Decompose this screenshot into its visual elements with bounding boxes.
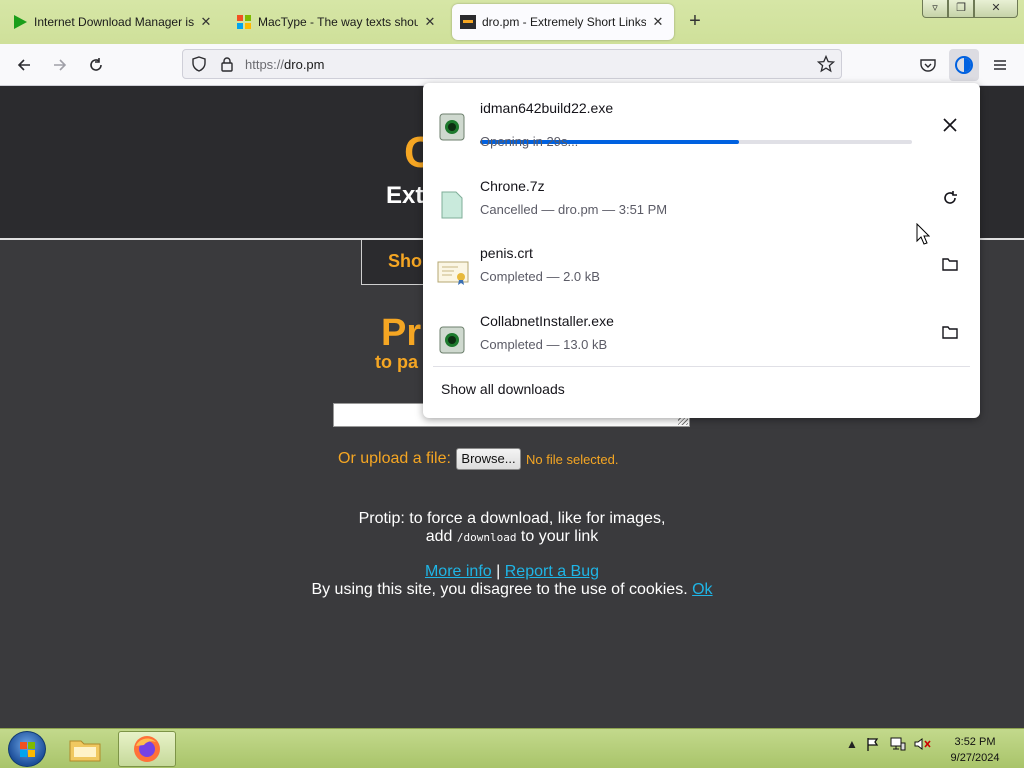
resize-grip-icon[interactable] — [678, 417, 688, 425]
mactype-logo-icon — [236, 14, 252, 30]
network-icon[interactable] — [890, 737, 906, 754]
idm-play-icon — [12, 14, 28, 30]
folder-icon[interactable] — [939, 321, 961, 343]
cancel-icon[interactable] — [939, 114, 961, 136]
close-tab-icon[interactable]: ✕ — [650, 14, 666, 30]
more-info-link[interactable]: More info — [425, 563, 492, 580]
action-center-flag-icon[interactable] — [866, 737, 880, 754]
firefox-icon — [134, 736, 160, 762]
upload-label: Or upload a file: — [338, 450, 451, 467]
browse-button[interactable]: Browse... — [456, 448, 521, 470]
mouse-cursor-icon — [916, 222, 931, 250]
site-tagline: Ext — [386, 182, 424, 209]
tab-dropm[interactable]: dro.pm - Extremely Short Links ✕ — [452, 4, 674, 40]
download-filename: Chrone.7z — [480, 178, 545, 194]
retry-icon[interactable] — [939, 187, 961, 209]
download-item[interactable]: CollabnetInstaller.exe Completed — 13.0 … — [423, 313, 980, 377]
tab-title: Internet Download Manager is a po — [34, 15, 194, 29]
system-clock[interactable]: 3:52 PM 9/27/2024 — [944, 734, 1006, 766]
shorten-tab-label: Sho — [388, 251, 422, 271]
url-host: dro.pm — [284, 57, 325, 72]
windows-logo-icon — [20, 742, 35, 757]
volume-muted-icon[interactable] — [914, 737, 932, 754]
protip-prefix: add — [425, 528, 457, 545]
downloads-progress-icon[interactable] — [949, 49, 979, 81]
no-file-text: No file selected. — [526, 452, 619, 467]
minimize-icon[interactable]: ▿ — [922, 0, 948, 18]
clock-date: 9/27/2024 — [950, 752, 1000, 764]
cookie-notice: By using this site, you disagree to the … — [0, 581, 1024, 599]
folder-icon[interactable] — [939, 253, 961, 275]
section-title: Pr — [381, 312, 422, 354]
download-status: Completed — 13.0 kB — [480, 337, 608, 352]
tab-title: dro.pm - Extremely Short Links — [482, 15, 646, 29]
report-bug-link[interactable]: Report a Bug — [505, 563, 599, 580]
clock-time: 3:52 PM — [954, 736, 996, 748]
show-hidden-icons-icon[interactable]: ▲ — [846, 737, 858, 751]
download-status: Opening in 29s... — [480, 134, 579, 149]
show-all-downloads-button[interactable]: Show all downloads — [441, 381, 565, 397]
download-item[interactable]: Chrone.7z Cancelled — dro.pm — 3:51 PM — [423, 178, 980, 242]
url-protocol: https:// — [245, 57, 285, 72]
taskbar: ▲ 3:52 PM 9/27/2024 — [0, 728, 1024, 768]
protip-suffix: to your link — [516, 528, 599, 545]
exe-icon — [439, 112, 465, 142]
navigation-toolbar: https://dro.pm — [0, 44, 1024, 86]
start-button[interactable] — [8, 731, 46, 767]
forward-icon[interactable] — [47, 53, 73, 77]
firefox-taskbar-button[interactable] — [118, 731, 176, 767]
plus-icon[interactable]: + — [684, 10, 706, 32]
close-tab-icon[interactable]: ✕ — [198, 14, 214, 30]
folder-icon — [69, 740, 101, 762]
downloads-panel: idman642build22.exe Opening in 29s... Ch… — [423, 83, 980, 418]
url-text: https://dro.pm — [245, 57, 325, 72]
back-icon[interactable] — [11, 53, 37, 77]
download-status: Completed — 2.0 kB — [480, 269, 600, 284]
protip-line-2: add /download to your link — [0, 528, 1024, 546]
download-filename: CollabnetInstaller.exe — [480, 313, 614, 329]
hamburger-menu-icon[interactable] — [987, 53, 1013, 77]
close-window-icon[interactable]: ✕ — [974, 0, 1018, 18]
tab-mactype[interactable]: MacType - The way texts should be ✕ — [228, 4, 446, 40]
download-filename: penis.crt — [480, 245, 533, 261]
shorten-tab[interactable]: Sho — [361, 240, 431, 285]
download-item[interactable]: penis.crt Completed — 2.0 kB — [423, 245, 980, 309]
download-status: Cancelled — dro.pm — 3:51 PM — [480, 202, 668, 217]
address-bar[interactable]: https://dro.pm — [182, 49, 842, 79]
tab-title: MacType - The way texts should be — [258, 15, 418, 29]
cookie-ok-link[interactable]: Ok — [692, 581, 712, 598]
download-item[interactable]: idman642build22.exe Opening in 29s... — [423, 100, 980, 164]
pocket-icon[interactable] — [915, 53, 941, 77]
file-explorer-taskbar-button[interactable] — [56, 731, 114, 767]
close-tab-icon[interactable]: ✕ — [422, 14, 438, 30]
exe-icon — [439, 325, 465, 355]
shield-icon[interactable] — [191, 56, 207, 77]
bookmark-star-icon[interactable] — [816, 54, 836, 78]
protip-code: /download — [456, 531, 517, 544]
file-icon — [439, 190, 465, 220]
tab-idm[interactable]: Internet Download Manager is a po ✕ — [4, 4, 222, 40]
protip-line-1: Protip: to force a download, like for im… — [358, 510, 666, 527]
section-subtitle: to pa — [375, 352, 418, 372]
certificate-icon — [437, 257, 469, 287]
panel-divider — [433, 366, 970, 367]
restore-icon[interactable]: ❐ — [948, 0, 974, 18]
tab-strip: Internet Download Manager is a po ✕ MacT… — [0, 0, 1024, 44]
reload-icon[interactable] — [83, 53, 109, 77]
lock-icon[interactable] — [219, 56, 235, 77]
link-separator: | — [496, 563, 501, 580]
download-filename: idman642build22.exe — [480, 100, 614, 116]
dropm-site-icon — [460, 14, 476, 30]
cookie-text: By using this site, you disagree to the … — [311, 581, 688, 598]
footer-links: More info | Report a Bug — [0, 563, 1024, 581]
window-controls: ▿ ❐ ✕ — [922, 0, 1018, 18]
